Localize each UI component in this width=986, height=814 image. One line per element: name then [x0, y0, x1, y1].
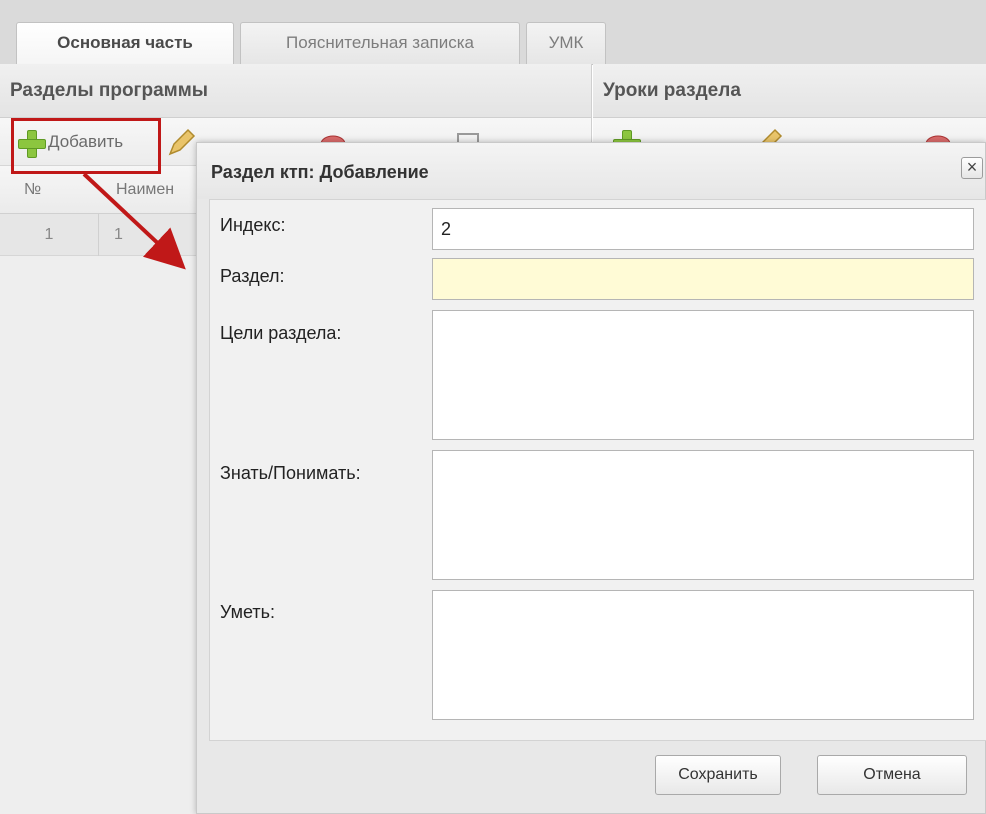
goals-label: Цели раздела: — [220, 323, 342, 343]
pencil-icon[interactable] — [166, 128, 196, 158]
dialog-title[interactable]: Раздел ктп: Добавление — [197, 143, 985, 199]
index-label: Индекс: — [220, 215, 286, 235]
sections-panel-title: Разделы программы — [0, 64, 592, 118]
know-understand-label: Знать/Понимать: — [220, 463, 361, 483]
close-icon[interactable]: × — [961, 157, 983, 179]
goals-textarea[interactable] — [432, 310, 974, 440]
save-button[interactable]: Сохранить — [655, 755, 781, 795]
lessons-panel-title: Уроки раздела — [593, 64, 986, 118]
row-name-cell: 1 — [114, 226, 123, 243]
row-number-cell: 1 — [0, 214, 99, 256]
tab-main-part[interactable]: Основная часть — [16, 22, 234, 65]
can-do-label: Уметь: — [220, 602, 276, 622]
know-understand-textarea[interactable] — [432, 450, 974, 580]
add-section-dialog: Раздел ктп: Добавление × Индекс: Раздел:… — [196, 142, 986, 814]
cancel-button[interactable]: Отмена — [817, 755, 967, 795]
tab-strip: Основная часть Пояснительная записка УМК — [0, 0, 986, 65]
dialog-form: Индекс: Раздел: Цели раздела: Знать/Пони… — [209, 199, 986, 741]
tab-umk[interactable]: УМК — [526, 22, 606, 64]
section-input[interactable] — [432, 258, 974, 300]
tab-explanatory-note[interactable]: Пояснительная записка — [240, 22, 520, 64]
section-label: Раздел: — [220, 266, 285, 286]
can-do-textarea[interactable] — [432, 590, 974, 720]
annotation-highlight — [11, 118, 161, 174]
index-input[interactable] — [432, 208, 974, 250]
